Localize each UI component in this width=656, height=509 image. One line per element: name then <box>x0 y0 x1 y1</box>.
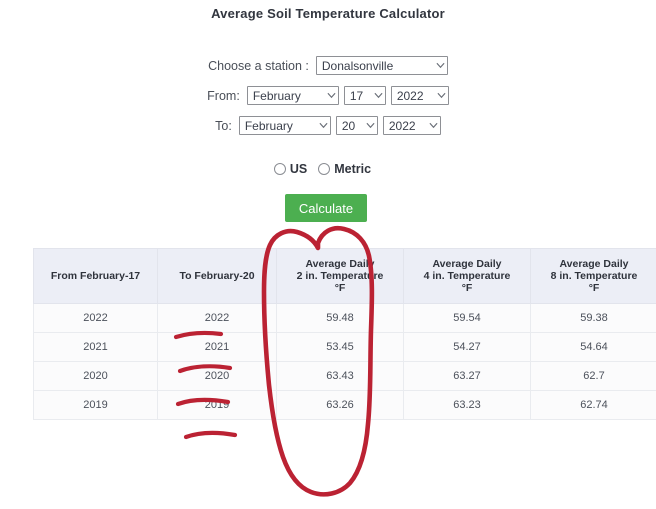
calculator-form: Choose a station : Donalsonville From: F… <box>0 56 656 146</box>
cell-temp-8in: 62.74 <box>530 390 656 420</box>
from-year-value: 2022 <box>396 88 424 103</box>
header-avg-4in: Average Daily 4 in. Temperature °F <box>403 248 531 304</box>
chevron-down-icon <box>436 62 445 69</box>
station-select-value: Donalsonville <box>321 58 394 73</box>
table-header-row: From February-17 To February-20 Average … <box>33 248 656 304</box>
station-select[interactable]: Donalsonville <box>315 56 448 75</box>
cell-temp-4in: 63.23 <box>403 390 531 420</box>
header-line-1: Average Daily <box>432 258 502 270</box>
to-day-select[interactable]: 20 <box>335 116 378 135</box>
annotation-underline-row-4 <box>183 430 238 440</box>
cell-from-year: 2020 <box>33 361 158 391</box>
table-body: 2022 2022 59.48 59.54 59.38 2021 2021 53… <box>33 303 656 420</box>
from-month-select[interactable]: February <box>246 86 339 105</box>
chevron-down-icon <box>327 92 336 99</box>
table-row: 2022 2022 59.48 59.54 59.38 <box>33 303 656 333</box>
from-month-value: February <box>252 88 301 103</box>
header-line-3: °F <box>334 282 346 294</box>
header-line-2: 8 in. Temperature <box>550 270 638 282</box>
to-year-value: 2022 <box>388 118 416 133</box>
to-label: To: <box>215 118 232 133</box>
table-row: 2019 2019 63.26 63.23 62.74 <box>33 390 656 420</box>
cell-temp-2in: 63.26 <box>276 390 404 420</box>
cell-temp-4in: 59.54 <box>403 303 531 333</box>
chevron-down-icon <box>366 122 375 129</box>
station-label: Choose a station : <box>208 58 309 73</box>
chevron-down-icon <box>429 122 438 129</box>
header-line-1: From February-17 <box>50 270 141 282</box>
to-year-select[interactable]: 2022 <box>382 116 441 135</box>
from-day-select[interactable]: 17 <box>343 86 386 105</box>
units-radio-group: US Metric <box>0 162 656 176</box>
cell-to-year: 2020 <box>157 361 277 391</box>
from-date-row: From: February 17 2022 <box>0 86 656 105</box>
header-line-1: Average Daily <box>305 258 375 270</box>
radio-metric[interactable] <box>318 163 331 175</box>
cell-temp-2in: 53.45 <box>276 332 404 362</box>
station-row: Choose a station : Donalsonville <box>0 56 656 75</box>
header-line-1: Average Daily <box>559 258 629 270</box>
from-year-select[interactable]: 2022 <box>390 86 449 105</box>
from-label: From: <box>207 88 240 103</box>
cell-to-year: 2022 <box>157 303 277 333</box>
to-day-value: 20 <box>341 118 356 133</box>
cell-temp-4in: 54.27 <box>403 332 531 362</box>
cell-temp-8in: 62.7 <box>530 361 656 391</box>
header-line-3: °F <box>588 282 600 294</box>
cell-temp-8in: 54.64 <box>530 332 656 362</box>
cell-temp-2in: 63.43 <box>276 361 404 391</box>
to-month-value: February <box>244 118 293 133</box>
cell-temp-2in: 59.48 <box>276 303 404 333</box>
radio-us[interactable] <box>273 163 286 175</box>
to-date-row: To: February 20 2022 <box>0 116 656 135</box>
header-avg-2in: Average Daily 2 in. Temperature °F <box>276 248 404 304</box>
header-avg-8in: Average Daily 8 in. Temperature °F <box>530 248 656 304</box>
cell-temp-8in: 59.38 <box>530 303 656 333</box>
header-line-1: To February-20 <box>179 270 255 282</box>
header-line-2: 4 in. Temperature <box>423 270 511 282</box>
cell-to-year: 2019 <box>157 390 277 420</box>
table-header: From February-17 To February-20 Average … <box>33 248 656 304</box>
cell-from-year: 2019 <box>33 390 158 420</box>
header-line-2: 2 in. Temperature <box>296 270 384 282</box>
chevron-down-icon <box>437 92 446 99</box>
chevron-down-icon <box>374 92 383 99</box>
cell-from-year: 2022 <box>33 303 158 333</box>
chevron-down-icon <box>319 122 328 129</box>
cell-from-year: 2021 <box>33 332 158 362</box>
header-line-3: °F <box>461 282 473 294</box>
page-title: Average Soil Temperature Calculator <box>211 6 445 21</box>
from-day-value: 17 <box>349 88 364 103</box>
radio-metric-label: Metric <box>334 162 372 176</box>
results-table: From February-17 To February-20 Average … <box>33 248 656 420</box>
header-to-date: To February-20 <box>157 248 277 304</box>
header-from-date: From February-17 <box>33 248 158 304</box>
to-month-select[interactable]: February <box>238 116 331 135</box>
table-row: 2021 2021 53.45 54.27 54.64 <box>33 332 656 362</box>
radio-us-label: US <box>289 162 308 176</box>
table-row: 2020 2020 63.43 63.27 62.7 <box>33 361 656 391</box>
calculate-button[interactable]: Calculate <box>285 194 367 222</box>
cell-to-year: 2021 <box>157 332 277 362</box>
cell-temp-4in: 63.27 <box>403 361 531 391</box>
